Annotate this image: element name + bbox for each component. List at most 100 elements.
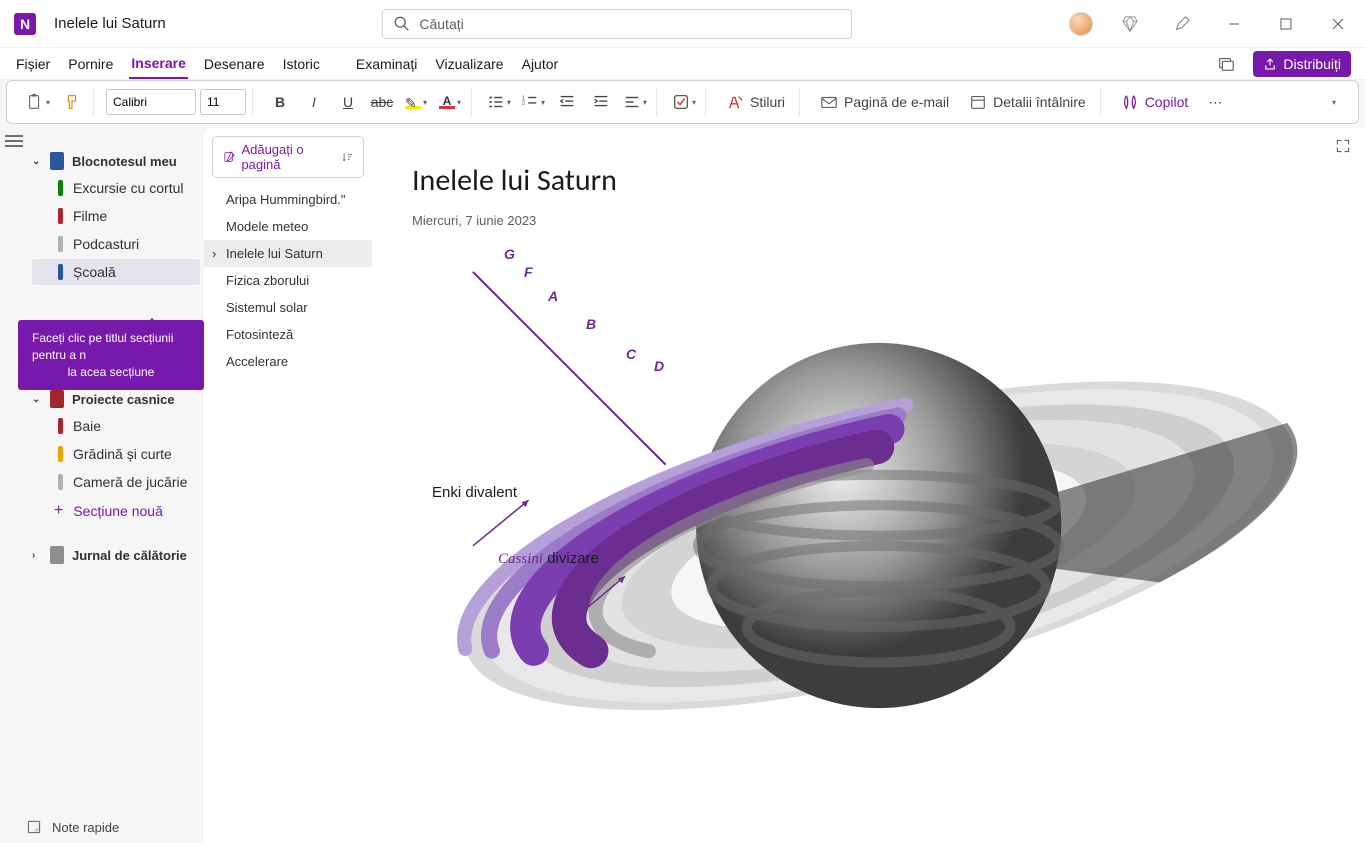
share-icon	[1263, 57, 1277, 71]
page-item[interactable]: Fizica zborului	[204, 267, 372, 294]
section-item-movies[interactable]: Filme	[32, 203, 200, 229]
section-item-bath[interactable]: Baie	[32, 413, 200, 439]
share-button[interactable]: Distribuiți	[1253, 51, 1351, 77]
styles-button[interactable]: Stiluri	[718, 93, 793, 111]
bold-button[interactable]: B	[265, 88, 295, 116]
italic-button[interactable]: I	[299, 88, 329, 116]
indent-button[interactable]	[586, 88, 616, 116]
annotation-cassini-italic: Cassini	[498, 551, 543, 567]
numbered-list-button[interactable]: 12▾	[518, 88, 548, 116]
strikethrough-button[interactable]: abc	[367, 88, 397, 116]
format-painter-button[interactable]	[57, 88, 87, 116]
section-item-playroom[interactable]: Cameră de jucărie	[32, 469, 200, 495]
section-item-camping[interactable]: Excursie cu cortul	[32, 175, 200, 201]
email-icon	[820, 93, 838, 111]
align-button[interactable]: ▾	[620, 88, 650, 116]
section-item-podcasts[interactable]: Podcasturi	[32, 231, 200, 257]
underline-button[interactable]: U	[333, 88, 363, 116]
tooltip-line2: la acea secțiune	[32, 364, 190, 381]
maximize-button[interactable]	[1271, 9, 1301, 39]
notebook-header-travel-journal[interactable]: › Jurnal de călătorie	[28, 542, 204, 568]
notebook-header-my-notebook[interactable]: ⌄ Blocnotesul meu	[28, 148, 204, 174]
ring-label-C: C	[626, 346, 636, 362]
ribbon-expand-icon[interactable]: ▾	[1318, 88, 1348, 116]
page-item[interactable]: Accelerare	[204, 348, 372, 375]
todo-tag-button[interactable]: ▾	[669, 88, 699, 116]
nav-toggle-button[interactable]	[5, 134, 23, 151]
document-title: Inelele lui Saturn	[54, 15, 166, 32]
section-item-garden[interactable]: Grădină și curte	[32, 441, 200, 467]
outdent-button[interactable]	[552, 88, 582, 116]
paste-button[interactable]: ▾	[23, 88, 53, 116]
email-page-button[interactable]: Pagină de e-mail	[812, 93, 957, 111]
section-color-icon	[58, 474, 63, 490]
font-color-button[interactable]: A▾	[435, 88, 465, 116]
fullscreen-button[interactable]	[1335, 138, 1351, 157]
search-container: Căutați	[382, 9, 852, 39]
close-button[interactable]	[1323, 9, 1353, 39]
ring-label-B: B	[586, 316, 596, 332]
copilot-label: Copilot	[1145, 94, 1189, 110]
menu-review[interactable]: Examinați	[354, 50, 419, 78]
bullet-list-button[interactable]: ▾	[484, 88, 514, 116]
app-icon: N	[14, 13, 36, 35]
section-color-icon	[58, 418, 63, 434]
meeting-details-button[interactable]: Detalii întâlnire	[961, 93, 1094, 111]
notebook-icon	[50, 152, 64, 170]
notebook-label: Blocnotesul meu	[72, 154, 177, 169]
ring-label-F: F	[524, 264, 533, 280]
section-item-school[interactable]: Școală	[32, 259, 200, 285]
section-label: Baie	[73, 418, 101, 434]
font-name-select[interactable]	[106, 89, 196, 115]
font-size-select[interactable]	[200, 89, 246, 115]
ring-label-A: A	[548, 288, 558, 304]
section-color-icon	[58, 446, 63, 462]
annotation-enki: Enki divalent	[432, 484, 517, 501]
styles-label: Stiluri	[750, 94, 785, 110]
menu-draw[interactable]: Desenare	[202, 50, 267, 78]
copilot-button[interactable]: Copilot	[1113, 93, 1197, 111]
page-item[interactable]: Aripa Hummingbird."	[204, 186, 372, 213]
premium-icon[interactable]	[1115, 9, 1145, 39]
menu-home[interactable]: Pornire	[66, 50, 115, 78]
page-item[interactable]: Inelele lui Saturn	[204, 240, 372, 267]
email-page-label: Pagină de e-mail	[844, 94, 949, 110]
section-label: Cameră de jucărie	[73, 474, 187, 490]
windows-icon[interactable]	[1211, 49, 1241, 79]
menu-help[interactable]: Ajutor	[520, 50, 561, 78]
page-item[interactable]: Sistemul solar	[204, 294, 372, 321]
meeting-details-label: Detalii întâlnire	[993, 94, 1086, 110]
menu-history[interactable]: Istoric	[281, 50, 322, 78]
new-section-button-2[interactable]: +Secțiune nouă	[28, 496, 204, 526]
hamburger-icon	[5, 134, 23, 148]
notebook-label: Proiecte casnice	[72, 392, 175, 407]
highlight-button[interactable]: ✎▾	[401, 88, 431, 116]
minimize-button[interactable]	[1219, 9, 1249, 39]
more-ribbon-button[interactable]: ⋯	[1200, 88, 1230, 116]
page-item[interactable]: Fotosinteză	[204, 321, 372, 348]
section-label: Excursie cu cortul	[73, 180, 183, 196]
avatar[interactable]	[1069, 12, 1093, 36]
menu-file[interactable]: Fișier	[14, 50, 52, 78]
coach-tooltip: Faceți clic pe titlul secțiunii pentru a…	[18, 320, 204, 390]
tooltip-line1: Faceți clic pe titlul secțiunii pentru a…	[32, 330, 190, 364]
add-page-button[interactable]: Adăugați o pagină	[212, 136, 364, 178]
pen-icon[interactable]	[1167, 9, 1197, 39]
ring-label-G: G	[504, 246, 515, 262]
quick-notes-button[interactable]: Note rapide	[26, 819, 119, 835]
search-box[interactable]: Căutați	[382, 9, 852, 39]
page-title[interactable]: Inelele lui Saturn	[412, 162, 1325, 199]
menu-view[interactable]: Vizualizare	[433, 50, 505, 78]
section-color-icon	[58, 180, 63, 196]
ring-label-D: D	[654, 358, 664, 374]
note-icon	[26, 819, 42, 835]
section-label: Podcasturi	[73, 236, 139, 252]
sort-icon[interactable]	[341, 150, 353, 164]
search-placeholder: Căutați	[419, 16, 463, 32]
saturn-illustration: G F A B C D Enki divalent Cassini diviza…	[412, 228, 1325, 823]
svg-text:2: 2	[522, 101, 525, 107]
page-item[interactable]: Modele meteo	[204, 213, 372, 240]
notebook-icon	[50, 546, 64, 564]
search-icon	[393, 15, 411, 33]
menu-insert[interactable]: Inserare	[129, 49, 187, 79]
